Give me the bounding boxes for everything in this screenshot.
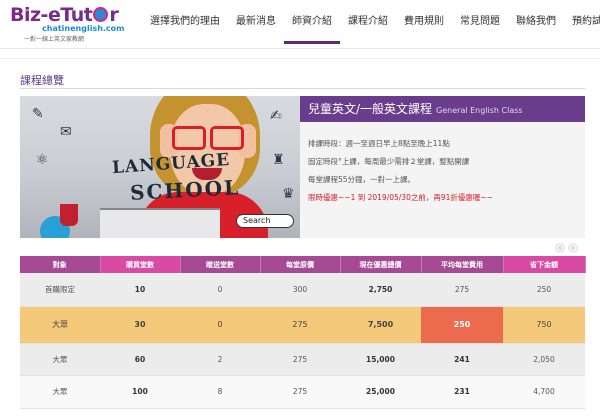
cell-avg-price: 241	[421, 343, 503, 376]
cell-bonus: 0	[180, 273, 260, 307]
cell-avg-price-highlight: 250	[421, 306, 503, 344]
cell-target: 大眾	[20, 343, 100, 376]
course-banner-image: LANGUAGE SCHOOL Search ✎ ✉ ⚛ ✍ ♜ ♛	[20, 96, 300, 238]
section-title: 課程總覽	[20, 74, 64, 87]
pricing-table: 對象 購買堂數 贈送堂數 每堂原價 現在優惠總價 平均每堂費用 省下金額 首購限…	[20, 256, 586, 409]
chat-bubble-icon: ✉	[60, 124, 72, 140]
laptop-shape	[100, 208, 220, 238]
table-header-row: 對象 購買堂數 贈送堂數 每堂原價 現在優惠總價 平均每堂費用 省下金額	[20, 256, 586, 273]
cell-saved: 750	[503, 306, 585, 344]
nav-item-reasons[interactable]: 選擇我們的理由	[142, 0, 228, 44]
col-header-bonus: 贈送堂數	[180, 256, 261, 273]
cup-icon	[60, 204, 78, 226]
cell-target: 大眾	[20, 306, 100, 344]
cell-purchased: 30	[100, 306, 180, 344]
course-rule-line: 固定時段°上課，每周最少需排２堂課，整點開課	[308, 157, 470, 166]
header-divider	[0, 48, 600, 49]
cell-original-price: 275	[260, 375, 340, 409]
cell-avg-price: 275	[421, 273, 503, 307]
course-schedule-line: 排課時段：週一至週日早上8點至晚上11點	[308, 139, 450, 148]
cell-original-price: 275	[260, 306, 340, 344]
col-header-purchased: 購買堂數	[100, 256, 181, 273]
cell-original-price: 300	[260, 273, 340, 307]
main-nav: 選擇我們的理由 最新消息 師資介紹 課程介紹 費用規則 常見問題 聯絡我們 預約…	[142, 0, 600, 44]
book-icon: ✍	[270, 108, 282, 124]
cell-saved: 250	[503, 273, 585, 307]
logo-text: Biz-eTut	[10, 4, 93, 26]
col-header-saved: 省下金額	[503, 256, 586, 273]
cell-discount-total: 15,000	[340, 343, 421, 376]
nav-item-teachers[interactable]: 師資介紹	[284, 0, 340, 44]
table-row: 首購限定 10 0 300 2,750 275 250	[20, 273, 585, 307]
table-row: 大眾 100 8 275 25,000 231 4,700	[20, 375, 585, 409]
cell-original-price: 275	[260, 343, 340, 376]
site-header: Biz-eTut r chatinenglish.com 一對一線上英文家教網 選…	[0, 0, 600, 44]
cell-target: 大眾	[20, 375, 100, 409]
col-header-original-price: 每堂原價	[260, 256, 341, 273]
cell-saved: 2,050	[503, 343, 585, 376]
logo-tagline: 一對一線上英文家教網	[24, 36, 85, 43]
cell-discount-total: 7,500	[340, 306, 421, 344]
table-row-highlighted: 大眾 30 0 275 7,500 250 750	[20, 306, 585, 344]
cell-purchased: 100	[100, 375, 180, 409]
col-header-target: 對象	[20, 256, 101, 273]
logo-domain: chatinenglish.com	[42, 24, 125, 33]
col-header-avg-price: 平均每堂費用	[421, 256, 504, 273]
cell-bonus: 0	[180, 306, 260, 344]
table-row: 大眾 60 2 275 15,000 241 2,050	[20, 343, 585, 376]
cell-avg-price: 231	[421, 375, 503, 409]
glasses-shape	[172, 126, 244, 150]
site-logo[interactable]: Biz-eTut r chatinenglish.com 一對一線上英文家教網	[10, 4, 140, 43]
course-title: 兒童英文/一般英文課程	[308, 102, 433, 116]
col-header-discount-total: 現在優惠總價	[340, 256, 422, 273]
cell-discount-total: 2,750	[340, 273, 421, 307]
nav-item-trial[interactable]: 預約試聽	[564, 0, 600, 44]
header-divider-secondary	[0, 58, 600, 59]
course-promo-line: 限時優惠~~1 到 2019/05/30之前，再91折優惠喔~~	[308, 193, 493, 202]
cell-discount-total: 25,000	[340, 375, 421, 409]
chevron-right-icon[interactable]: ›	[568, 243, 578, 253]
course-details: 排課時段：週一至週日早上8點至晚上11點 固定時段°上課，每周最少需排２堂課，整…	[300, 122, 585, 238]
nav-item-fees[interactable]: 費用規則	[396, 0, 452, 44]
nav-item-contact[interactable]: 聯絡我們	[508, 0, 564, 44]
grad-cap-icon: ♜	[272, 152, 285, 168]
chevron-left-icon[interactable]: ‹	[555, 243, 565, 253]
atom-icon: ⚛	[36, 152, 49, 168]
cell-saved: 4,700	[503, 375, 585, 409]
lightbulb-icon: ✎	[32, 106, 44, 122]
cell-purchased: 60	[100, 343, 180, 376]
nav-item-courses[interactable]: 課程介紹	[340, 0, 396, 44]
globe-icon	[93, 7, 109, 22]
course-title-bar: 兒童英文/一般英文課程 General English Class	[300, 96, 585, 122]
carousel-arrows: ‹ ›	[555, 243, 578, 253]
cell-bonus: 8	[180, 375, 260, 409]
section-divider	[20, 88, 585, 89]
trophy-icon: ♛	[282, 186, 295, 202]
logo-text-end: r	[109, 4, 119, 26]
nav-item-news[interactable]: 最新消息	[228, 0, 284, 44]
course-duration-line: 每堂課程55分鐘，一對一上課。	[308, 175, 416, 184]
nav-item-faq[interactable]: 常見問題	[452, 0, 508, 44]
banner-search-graphic: Search	[236, 214, 294, 228]
course-title-en: General English Class	[436, 106, 523, 115]
cell-bonus: 2	[180, 343, 260, 376]
cell-target: 首購限定	[20, 273, 100, 307]
cell-purchased: 10	[100, 273, 180, 307]
